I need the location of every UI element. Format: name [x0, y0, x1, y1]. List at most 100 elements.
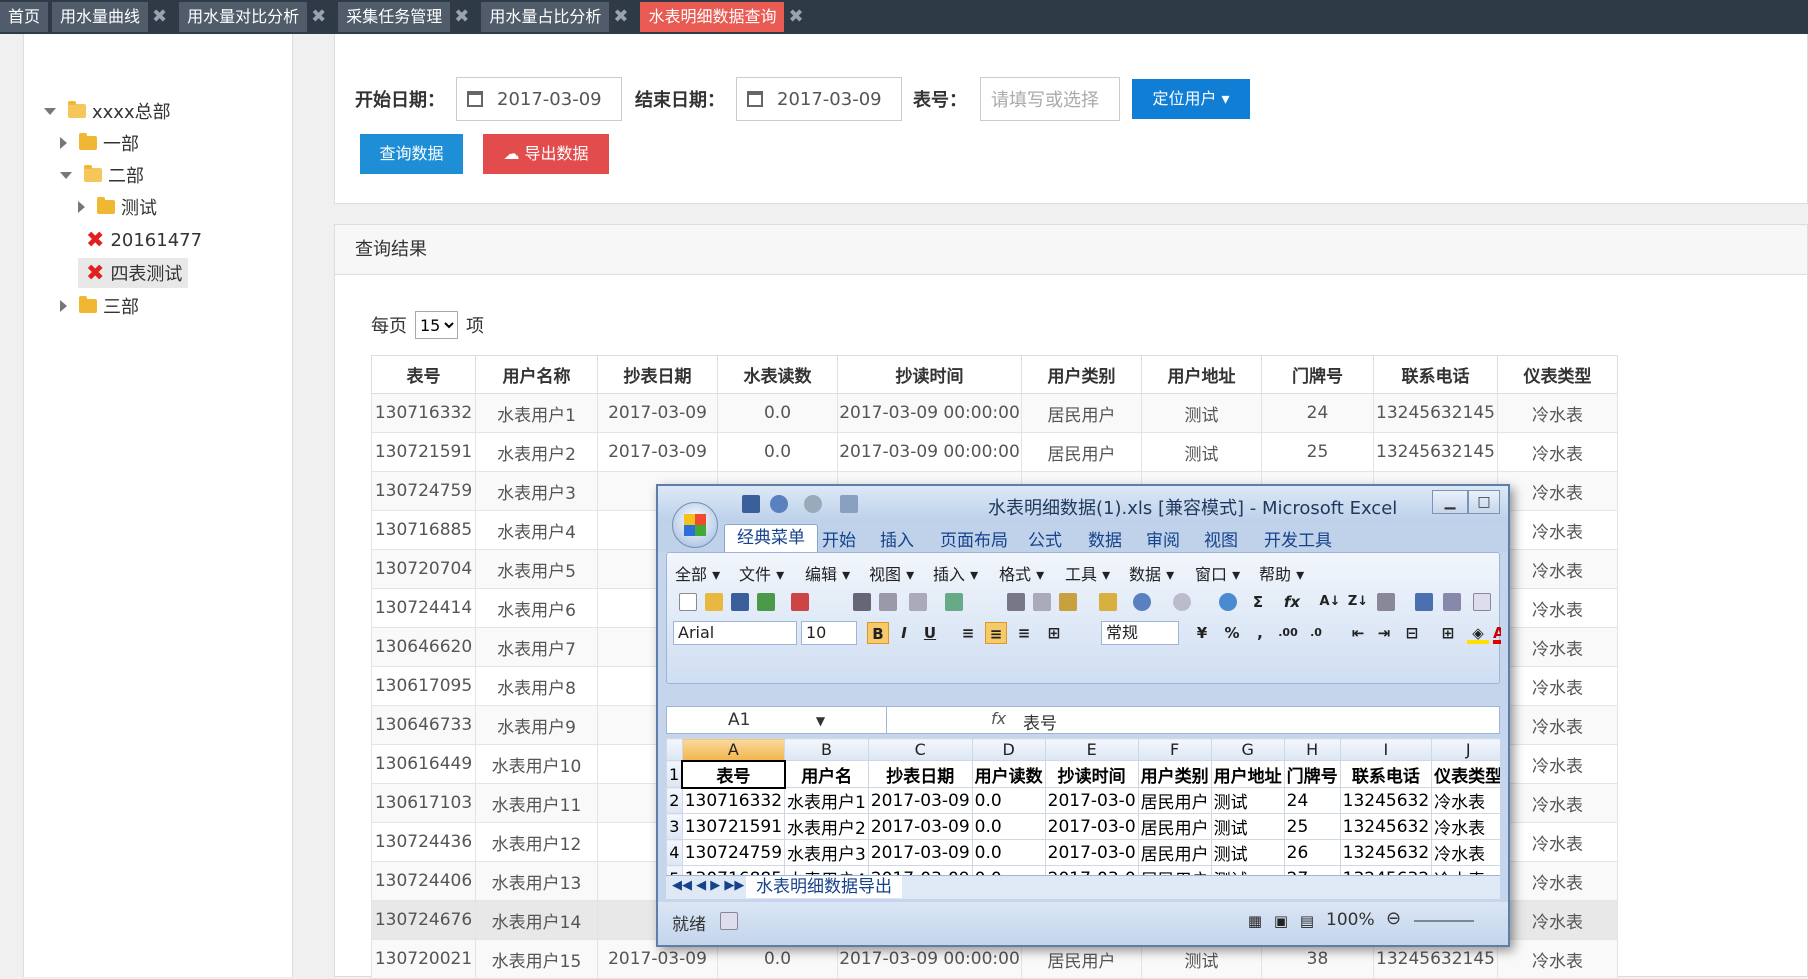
save-icon[interactable] [731, 593, 749, 611]
column-letter[interactable]: F [1137, 738, 1212, 761]
sheet-cell[interactable]: 用户类别 [1137, 760, 1212, 788]
row-number[interactable]: 1 [666, 760, 683, 788]
column-letter[interactable]: E [1044, 738, 1139, 761]
column-letter[interactable]: D [971, 738, 1046, 761]
hyperlink-icon[interactable] [1219, 593, 1237, 611]
row-number[interactable]: 3 [666, 813, 683, 840]
sheet-cell[interactable]: 居民用户 [1137, 787, 1212, 814]
decrease-indent-icon[interactable]: ⇤ [1347, 622, 1369, 644]
page-layout-view-icon[interactable]: ▣ [1270, 910, 1292, 932]
sheet-cell[interactable]: 居民用户 [1137, 865, 1212, 875]
tree-node-test[interactable]: 测试 [78, 192, 157, 222]
excel-titlebar[interactable]: 水表明细数据(1).xls [兼容模式] - Microsoft Excel ▁… [658, 486, 1508, 522]
table-row[interactable]: 130721591 水表用户2 2017-03-09 0.0 2017-03-09 00… [371, 432, 1618, 472]
caret-right-icon[interactable] [60, 137, 67, 149]
open-folder-icon[interactable] [705, 593, 723, 611]
comma-icon[interactable]: , [1249, 622, 1271, 644]
macro-record-icon[interactable] [720, 912, 738, 930]
fill-color-icon[interactable]: ◈ [1467, 622, 1489, 644]
sheet-cell[interactable]: 13245632 [1339, 839, 1433, 866]
currency-icon[interactable]: ¥ [1191, 622, 1213, 644]
column-header[interactable]: 抄读时间 [837, 355, 1022, 394]
sheet-cell[interactable]: 0.0 [971, 865, 1046, 875]
sheet-cell[interactable]: 用户地址 [1210, 760, 1285, 788]
fx-icon[interactable]: fx [991, 709, 1006, 728]
new-file-icon[interactable] [679, 593, 697, 611]
column-header[interactable]: 表号 [371, 355, 476, 394]
sheet-cell[interactable]: 用户读数 [971, 760, 1046, 788]
sheet-cell[interactable]: 水表用户4 [784, 865, 869, 875]
sheet-cell[interactable]: 13245632 [1339, 813, 1433, 840]
wrap-text-icon[interactable]: ⊟ [1401, 622, 1423, 644]
menu-item[interactable]: 编辑 ▾ [805, 561, 850, 585]
font-color-icon[interactable]: A [1493, 622, 1501, 644]
ribbon-tab[interactable]: 经典菜单 [724, 524, 818, 552]
filter-icon[interactable] [1377, 593, 1395, 611]
print-icon[interactable] [853, 593, 871, 611]
sheet-cell[interactable]: 表号 [681, 759, 786, 789]
sheet-cell[interactable]: 130716885 [681, 865, 786, 875]
spelling-icon[interactable] [945, 593, 963, 611]
export-data-button[interactable]: ☁ 导出数据 [483, 134, 609, 174]
tree-node-dept1[interactable]: 一部 [60, 128, 139, 158]
sheet-cell[interactable]: 130724759 [681, 839, 786, 866]
sheet-cell[interactable]: 冷水表 [1431, 813, 1500, 840]
caret-right-icon[interactable] [78, 201, 85, 213]
spreadsheet-grid[interactable]: ABCDEFGHIJ 1 表号 用户名 抄表日期 用户读数 抄读时间 用户类别 用户地址 门牌号… [666, 738, 1500, 875]
sheet-tab[interactable]: 水表明细数据导出 [746, 876, 902, 898]
locate-user-button[interactable]: 定位用户 ▾ [1132, 79, 1250, 119]
sheet-cell[interactable]: 冷水表 [1431, 865, 1500, 875]
column-header[interactable]: 用户名称 [475, 355, 598, 394]
sheet-cell[interactable]: 0.0 [971, 839, 1046, 866]
sheet-cell[interactable]: 0.0 [971, 787, 1046, 814]
sheet-cell[interactable]: 测试 [1210, 839, 1285, 866]
column-letter[interactable]: I [1339, 738, 1433, 761]
tab-close-icon[interactable]: ✖ [454, 2, 469, 32]
menu-item[interactable]: 文件 ▾ [739, 561, 784, 585]
normal-view-icon[interactable]: ▦ [1244, 910, 1266, 932]
tab-4[interactable]: 用水量占比分析 [481, 2, 610, 32]
ribbon-tab[interactable]: 公式 [1028, 526, 1062, 551]
sheet-cell[interactable]: 130716332 [681, 787, 786, 814]
menu-item[interactable]: 视图 ▾ [869, 561, 914, 585]
sheet-cell[interactable]: 水表用户1 [784, 787, 869, 814]
sheet-cell[interactable]: 2017-03-09 [867, 839, 973, 866]
export-icon[interactable] [757, 593, 775, 611]
column-header[interactable]: 抄表日期 [597, 355, 718, 394]
sheet-cell[interactable]: 26 [1283, 839, 1341, 866]
sheet-cell[interactable]: 仪表类型 [1431, 760, 1500, 788]
tree-node-root[interactable]: xxxx总部 [44, 96, 171, 126]
column-letter[interactable]: H [1283, 738, 1341, 761]
sheet-cell[interactable]: 抄读时间 [1044, 760, 1139, 788]
sheet-cell[interactable]: 2017-03-0 [1044, 787, 1139, 814]
tab-close-icon[interactable]: ✖ [311, 2, 326, 32]
align-left-icon[interactable]: ≡ [957, 622, 979, 644]
column-letter[interactable]: A [681, 738, 786, 761]
cut-icon[interactable] [1007, 593, 1025, 611]
maximize-button[interactable]: □ [1468, 490, 1500, 514]
end-date-input[interactable]: 2017-03-09 [736, 77, 902, 121]
column-header[interactable]: 门牌号 [1261, 355, 1374, 394]
chart-icon[interactable] [1415, 593, 1433, 611]
tab-2[interactable]: 用水量对比分析 [179, 2, 308, 32]
sheet-cell[interactable]: 2017-03-0 [1044, 813, 1139, 840]
align-center-icon[interactable]: ≡ [985, 622, 1007, 644]
decrease-decimal-icon[interactable]: .0 [1305, 622, 1327, 644]
grid-icon[interactable] [1473, 593, 1491, 611]
select-all-corner[interactable] [666, 738, 683, 761]
pdf-icon[interactable] [791, 593, 809, 611]
sheet-cell[interactable]: 27 [1283, 865, 1341, 875]
tab-0[interactable]: 首页 [0, 2, 49, 32]
meter-no-input[interactable]: 请填写或选择 [980, 77, 1120, 121]
sheet-cell[interactable]: 冷水表 [1431, 839, 1500, 866]
number-format-combo[interactable]: 常规 [1101, 621, 1179, 645]
save-icon[interactable] [742, 495, 760, 513]
menu-item[interactable]: 插入 ▾ [933, 561, 978, 585]
tab-1[interactable]: 用水量曲线 [52, 2, 149, 32]
formula-input[interactable]: 表号 [1023, 709, 1057, 734]
sheet-cell[interactable]: 用户名 [784, 760, 869, 788]
undo-icon[interactable] [1133, 593, 1151, 611]
ribbon-tab[interactable]: 审阅 [1146, 526, 1180, 551]
copy-icon[interactable] [1033, 593, 1051, 611]
tab-3[interactable]: 采集任务管理 [338, 2, 451, 32]
